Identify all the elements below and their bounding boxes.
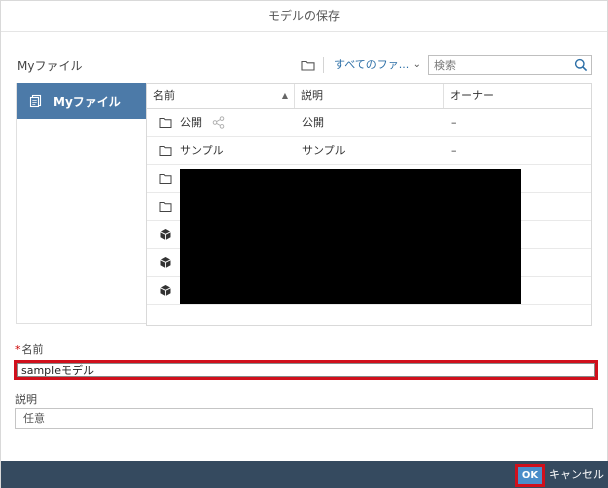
ok-button[interactable]: OK (515, 464, 545, 487)
chevron-down-icon: ⌄ (412, 59, 421, 70)
table-row[interactable]: サンプル サンプル – (147, 137, 591, 165)
folder-icon (159, 118, 172, 128)
row-name: サンプル (180, 144, 224, 157)
file-type-filter-value: すべてのファ... (334, 58, 410, 71)
location-sidebar: Myファイル (16, 83, 148, 324)
table-row[interactable]: 公開 公開 – (147, 109, 591, 137)
folder-icon (159, 174, 172, 184)
document-icon (29, 94, 42, 108)
cell-description: 公開 (302, 116, 324, 129)
model-cube-icon (160, 229, 171, 240)
file-type-filter[interactable]: すべてのファ... ⌄ (331, 55, 423, 75)
column-header-name[interactable]: 名前 ▲ (147, 84, 295, 108)
cell-owner: – (451, 116, 457, 129)
file-list-table: 名前 ▲ 説明 オーナー 公開 公開 – サンプル サンプル – (146, 83, 592, 326)
cell-description: サンプル (302, 144, 346, 157)
toolbar-divider (323, 57, 324, 73)
name-field-label: *名前 (15, 341, 44, 357)
cell-name: 公開 (159, 109, 295, 136)
cell-name: サンプル (159, 137, 295, 164)
model-cube-icon (160, 285, 171, 296)
sidebar-item-my-files[interactable]: Myファイル (17, 83, 148, 119)
sidebar-item-label: Myファイル (53, 94, 121, 109)
description-field-label: 説明 (15, 393, 37, 406)
row-name: 公開 (180, 116, 202, 129)
table-header: 名前 ▲ 説明 オーナー (147, 84, 591, 109)
save-model-dialog: モデルの保存 Myファイル すべてのファ... ⌄ Myファイル 名前 ▲ 説明 (0, 0, 608, 488)
model-cube-icon (160, 257, 171, 268)
cancel-button[interactable]: キャンセル (549, 461, 604, 488)
name-label-text: 名前 (21, 343, 44, 356)
redaction-block (180, 169, 521, 304)
description-input[interactable] (15, 408, 593, 429)
browser-toolbar: Myファイル すべてのファ... ⌄ (1, 53, 607, 77)
folder-icon (159, 146, 172, 156)
search-icon[interactable] (574, 58, 588, 72)
sort-icon: ▲ (281, 91, 288, 100)
folder-icon (301, 60, 315, 71)
current-location-label: Myファイル (17, 59, 83, 73)
column-header-owner[interactable]: オーナー (444, 84, 591, 108)
dialog-title: モデルの保存 (1, 1, 607, 32)
share-icon (212, 116, 225, 129)
dialog-footer: OK キャンセル (1, 461, 608, 488)
search-input[interactable] (429, 56, 569, 74)
cell-owner: – (451, 144, 457, 157)
required-marker: * (15, 343, 21, 356)
name-field-highlight (14, 360, 598, 380)
new-folder-button[interactable] (299, 56, 317, 74)
search-field[interactable] (428, 55, 592, 75)
name-input[interactable] (17, 363, 595, 377)
column-header-label: 名前 (153, 89, 175, 102)
folder-icon (159, 202, 172, 212)
column-header-description[interactable]: 説明 (295, 84, 444, 108)
